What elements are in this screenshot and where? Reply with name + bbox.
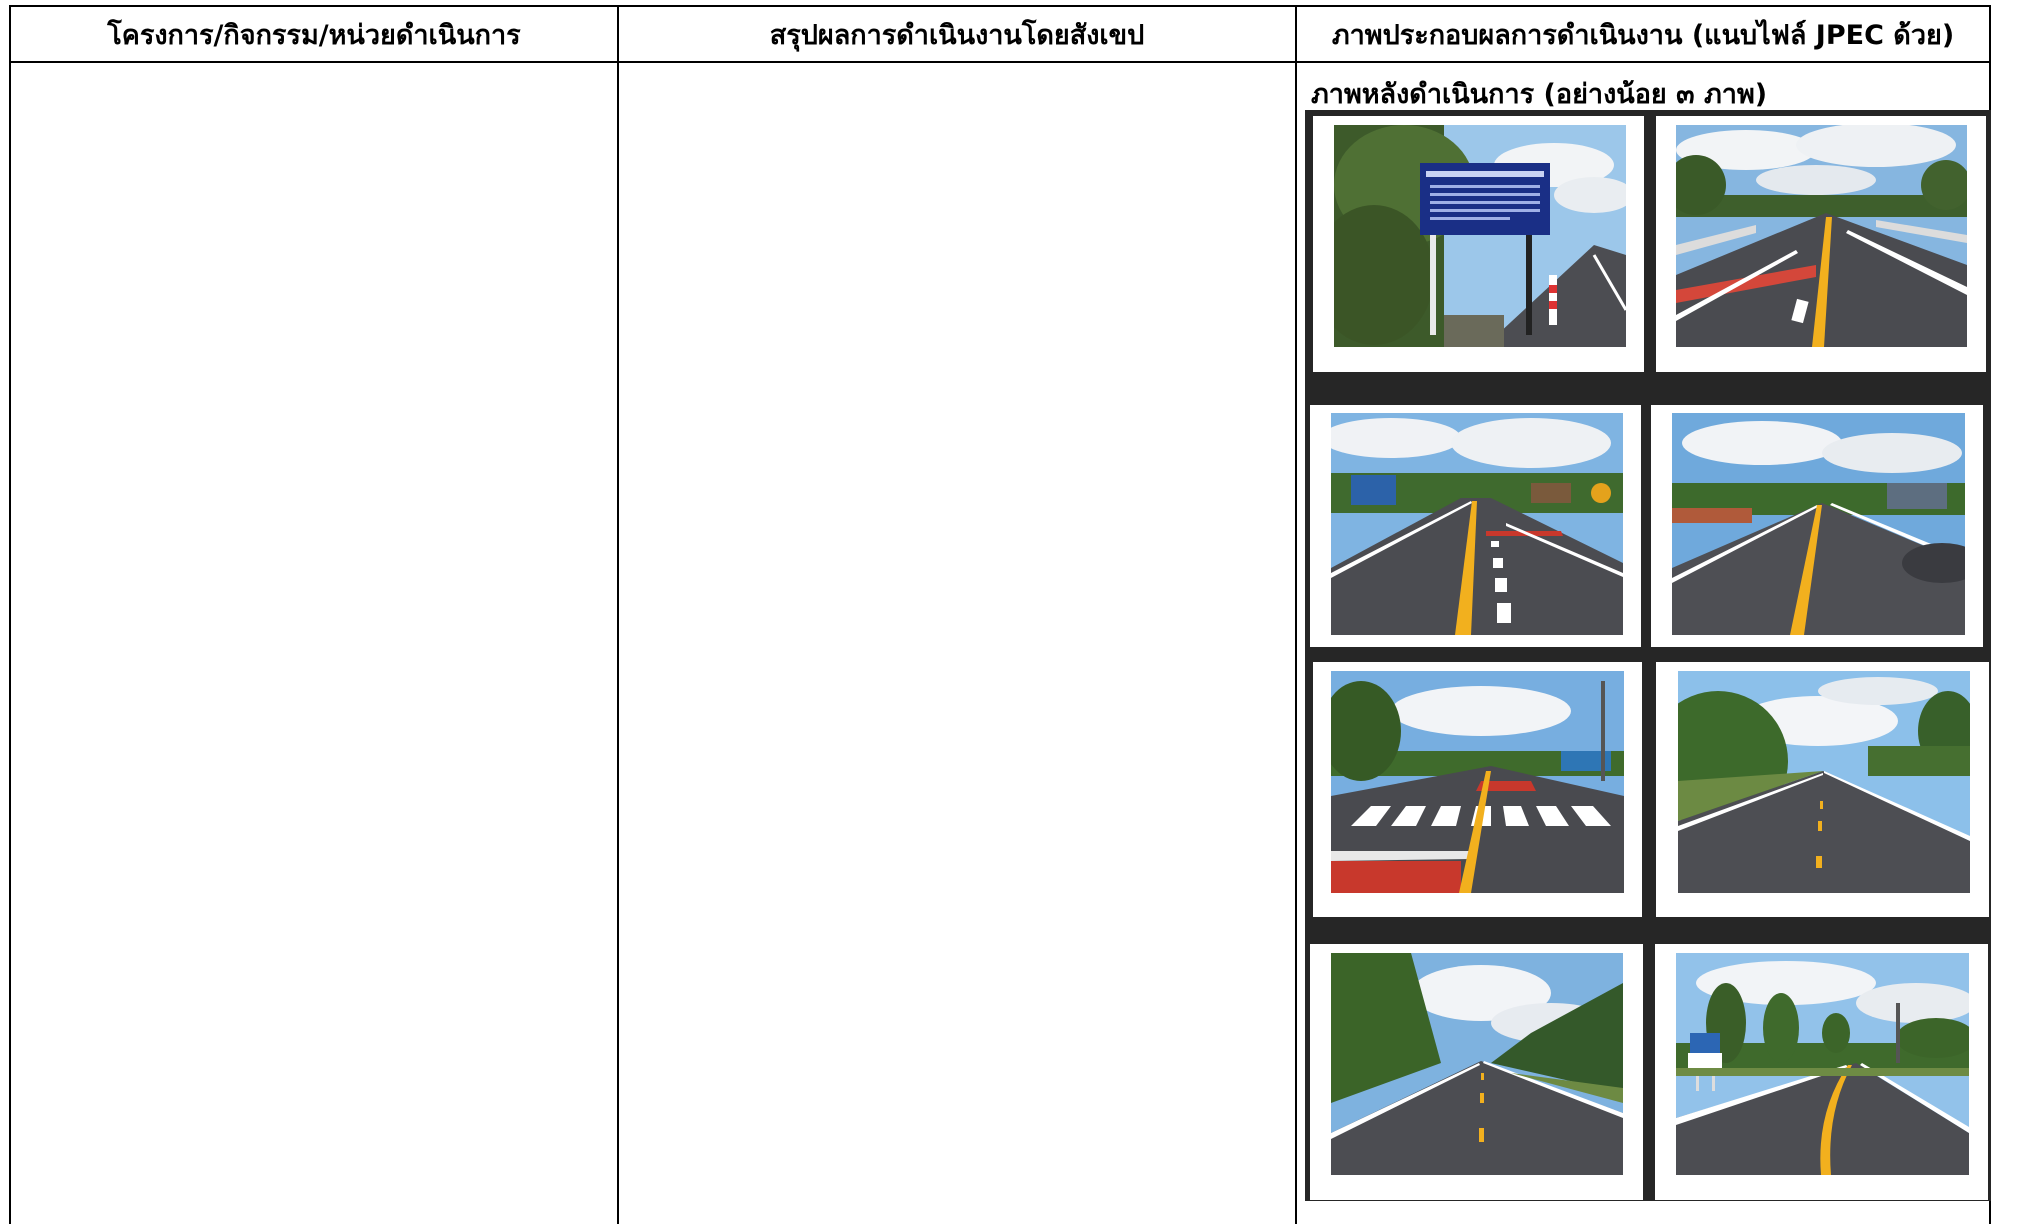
column-divider-2: [1295, 5, 1297, 1224]
header-summary: สรุปผลการดำเนินงานโดยสังเขป: [769, 20, 1145, 51]
photo-village-road-image: [1672, 413, 1965, 635]
photo-rural-road-1-image: [1678, 671, 1970, 893]
photo-sign-board-image: [1334, 125, 1626, 347]
summary-cell: [619, 63, 1295, 1224]
photo-village-road-crosswalk-image: [1331, 413, 1623, 635]
project-cell: [11, 63, 617, 1224]
photo-zebra-crossing-image: [1331, 671, 1624, 893]
photo-rural-road-curve: [1655, 944, 1988, 1200]
photo-village-road: [1651, 405, 1983, 647]
photo-zebra-crossing: [1313, 662, 1642, 917]
photo-rural-road-2-image: [1331, 953, 1623, 1175]
header-photos: ภาพประกอบผลการดำเนินงาน (แนบไฟล์ JPEC ด้…: [1331, 20, 1955, 51]
photo-bridge-road: [1656, 116, 1986, 372]
photo-rural-road-1: [1656, 662, 1989, 917]
photo-sign-board: [1313, 116, 1644, 372]
photo-village-road-crosswalk: [1310, 405, 1641, 647]
photo-bridge-road-image: [1676, 125, 1967, 347]
photo-rural-road-curve-image: [1676, 953, 1969, 1175]
photo-rural-road-2: [1310, 944, 1643, 1200]
photos-caption: ภาพหลังดำเนินการ (อย่างน้อย ๓ ภาพ): [1311, 79, 1768, 110]
header-project: โครงการ/กิจกรรม/หน่วยดำเนินการ: [107, 20, 521, 51]
